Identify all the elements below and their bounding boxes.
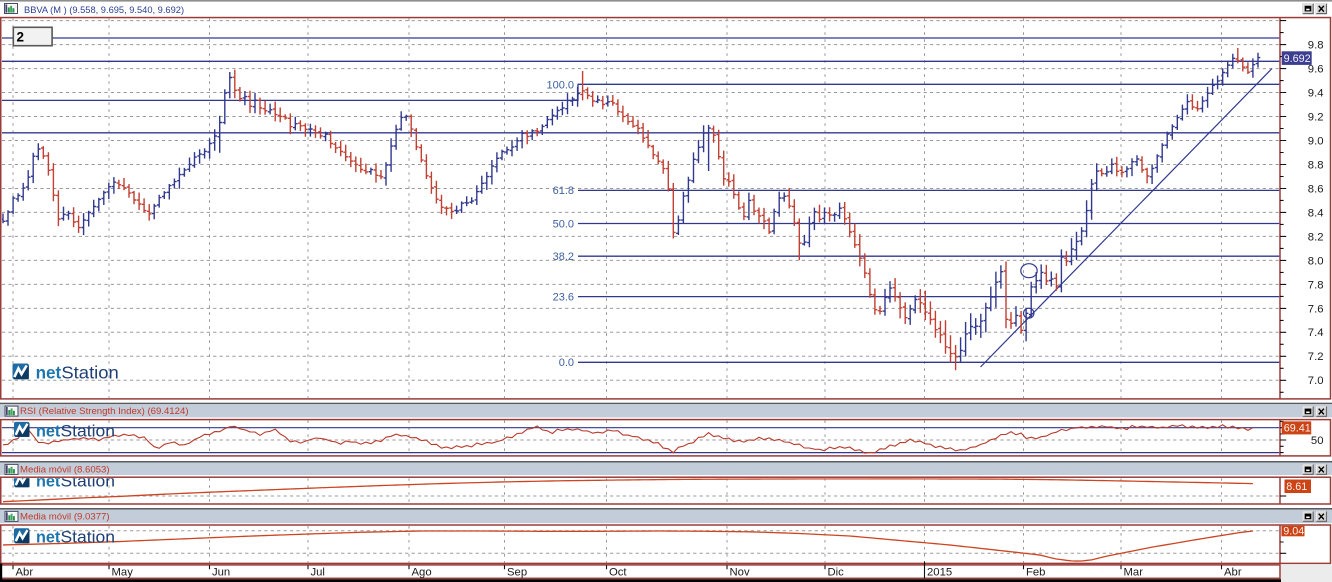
svg-text:7.4: 7.4 — [1308, 327, 1324, 339]
svg-text:8.8: 8.8 — [1308, 159, 1324, 171]
svg-text:9.2: 9.2 — [1308, 111, 1324, 123]
svg-text:100.0: 100.0 — [546, 79, 574, 91]
svg-text:50: 50 — [1311, 435, 1324, 447]
svg-text:BBVA (M ) (9.558, 9.695, 9.540: BBVA (M ) (9.558, 9.695, 9.540, 9.692) — [24, 5, 184, 15]
svg-text:Feb: Feb — [1026, 567, 1045, 579]
svg-text:Media móvil (8.6053): Media móvil (8.6053) — [20, 465, 110, 476]
svg-text:May: May — [112, 567, 134, 579]
svg-text:Dic: Dic — [828, 567, 845, 579]
svg-text:Abr: Abr — [16, 567, 34, 579]
svg-text:8.61: 8.61 — [1286, 481, 1307, 493]
svg-text:9.4: 9.4 — [1308, 87, 1324, 99]
svg-text:Sep: Sep — [507, 567, 527, 579]
svg-text:8.4: 8.4 — [1308, 207, 1324, 219]
svg-text:7.6: 7.6 — [1308, 303, 1324, 315]
svg-text:8.0: 8.0 — [1308, 255, 1324, 267]
svg-text:9.0: 9.0 — [1308, 135, 1324, 147]
svg-text:Media móvil (9.0377): Media móvil (9.0377) — [20, 512, 110, 523]
svg-text:38.2: 38.2 — [553, 251, 574, 263]
svg-text:Oct: Oct — [609, 567, 627, 579]
svg-text:Nov: Nov — [730, 567, 750, 579]
svg-text:2015: 2015 — [927, 567, 952, 579]
svg-text:Jul: Jul — [311, 567, 325, 579]
svg-text:9.8: 9.8 — [1308, 40, 1324, 52]
svg-text:0.0: 0.0 — [559, 357, 574, 369]
svg-text:9.692: 9.692 — [1284, 53, 1311, 65]
svg-text:7.2: 7.2 — [1308, 351, 1324, 363]
svg-text:2: 2 — [17, 30, 25, 45]
svg-text:8.2: 8.2 — [1308, 231, 1324, 243]
svg-text:9.6: 9.6 — [1308, 64, 1324, 76]
svg-text:RSI (Relative Strength Index): RSI (Relative Strength Index) (69.4124) — [20, 406, 189, 417]
svg-text:Abr: Abr — [1224, 567, 1242, 579]
svg-text:Ago: Ago — [412, 567, 432, 579]
svg-text:69.41: 69.41 — [1284, 423, 1311, 435]
svg-text:23.6: 23.6 — [553, 291, 574, 303]
svg-text:Mar: Mar — [1124, 567, 1144, 579]
svg-text:9.04: 9.04 — [1283, 526, 1304, 538]
svg-text:61.8: 61.8 — [553, 185, 574, 197]
svg-text:Jun: Jun — [212, 567, 230, 579]
svg-text:8.6: 8.6 — [1308, 183, 1324, 195]
svg-text:7.8: 7.8 — [1308, 279, 1324, 291]
svg-text:7.0: 7.0 — [1308, 375, 1324, 387]
svg-text:50.0: 50.0 — [553, 218, 574, 230]
